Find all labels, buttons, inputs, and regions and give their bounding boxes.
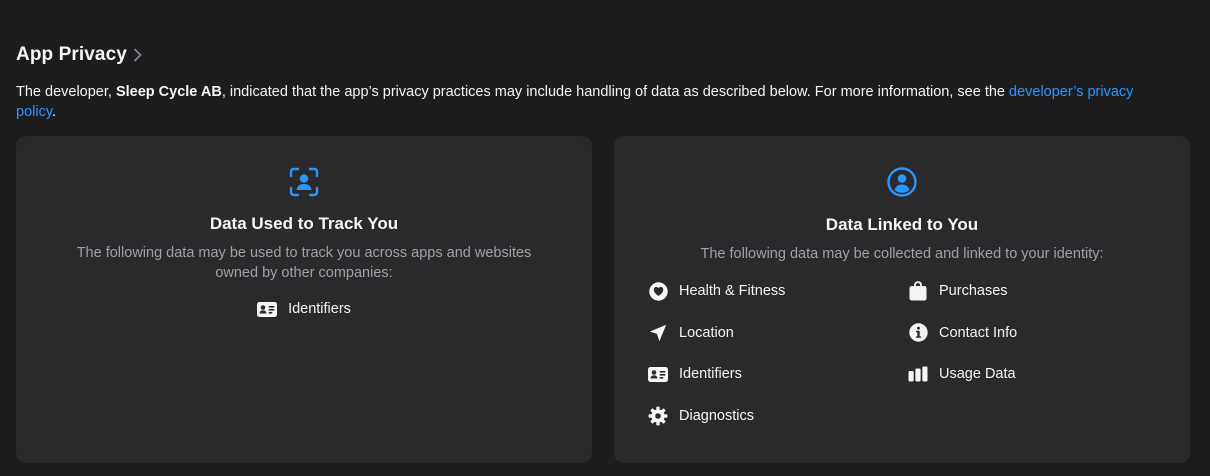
data-type-location: Location bbox=[648, 321, 908, 345]
data-type-health-fitness: Health & Fitness bbox=[648, 279, 908, 303]
id-card-icon bbox=[257, 299, 278, 319]
item-label: Usage Data bbox=[939, 366, 1016, 382]
chevron-right-icon bbox=[133, 48, 143, 62]
item-label: Location bbox=[679, 324, 734, 341]
bag-icon bbox=[908, 281, 928, 301]
id-card-icon bbox=[648, 364, 668, 384]
description-middle: , indicated that the app’s privacy pract… bbox=[221, 84, 1010, 100]
bar-chart-icon bbox=[908, 364, 928, 384]
card-title: Data Used to Track You bbox=[209, 214, 399, 233]
item-label: Identifiers bbox=[288, 301, 351, 317]
privacy-description: The developer, Sleep Cycle AB, indicated… bbox=[16, 82, 1176, 122]
app-privacy-header[interactable]: App Privacy bbox=[16, 42, 1190, 68]
gear-icon bbox=[648, 406, 668, 426]
data-type-usage-data: Usage Data bbox=[908, 362, 1168, 386]
card-title: Data Linked to You bbox=[825, 215, 979, 234]
developer-name: Sleep Cycle AB bbox=[115, 84, 222, 100]
item-label: Purchases bbox=[939, 283, 1008, 299]
data-type-diagnostics: Diagnostics bbox=[648, 404, 908, 428]
data-type-item: Identifiers bbox=[16, 299, 592, 319]
description-suffix: . bbox=[52, 104, 57, 120]
heart-icon bbox=[648, 281, 668, 301]
info-icon bbox=[908, 323, 928, 343]
item-label: Health & Fitness bbox=[679, 283, 786, 299]
description-prefix: The developer, bbox=[16, 84, 116, 100]
tracking-icon bbox=[288, 166, 320, 198]
item-label: Diagnostics bbox=[679, 407, 754, 424]
data-type-purchases: Purchases bbox=[908, 279, 1168, 303]
data-linked-to-you-card: Data Linked to You The following data ma… bbox=[614, 136, 1190, 463]
card-subtitle: The following data may be collected and … bbox=[700, 246, 1104, 262]
person-circle-icon bbox=[886, 166, 918, 198]
data-used-to-track-card: Data Used to Track You The following dat… bbox=[16, 136, 592, 463]
location-arrow-icon bbox=[648, 323, 668, 343]
privacy-cards: Data Used to Track You The following dat… bbox=[16, 136, 1190, 463]
data-type-identifiers: Identifiers bbox=[648, 362, 908, 386]
item-label: Identifiers bbox=[679, 366, 742, 382]
item-label: Contact Info bbox=[939, 324, 1018, 341]
data-types-grid: Health & Fitness Purchases Location Cont… bbox=[648, 279, 1168, 445]
app-privacy-section: App Privacy The developer, Sleep Cycle A… bbox=[16, 42, 1190, 463]
card-subtitle: The following data may be used to track … bbox=[76, 245, 532, 281]
data-type-contact-info: Contact Info bbox=[908, 321, 1168, 345]
section-title: App Privacy bbox=[16, 44, 127, 65]
